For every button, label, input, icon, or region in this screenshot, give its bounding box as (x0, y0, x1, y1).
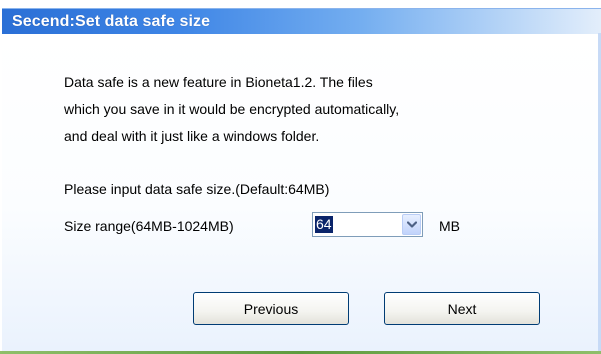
size-unit-label: MB (439, 218, 460, 234)
size-combobox[interactable]: 64 (312, 212, 423, 237)
wizard-window: Secend:Set data safe size Data safe is a… (0, 0, 601, 354)
chevron-down-icon (407, 221, 417, 228)
next-button[interactable]: Next (384, 292, 540, 325)
size-value[interactable]: 64 (315, 216, 333, 233)
description: Data safe is a new feature in Bioneta1.2… (64, 69, 544, 150)
description-line: Data safe is a new feature in Bioneta1.2… (64, 74, 373, 90)
description-line: which you save in it would be encrypted … (64, 101, 400, 117)
description-line: and deal with it just like a windows fol… (64, 128, 320, 144)
size-range-label: Size range(64MB-1024MB) (64, 218, 234, 234)
dropdown-button[interactable] (402, 214, 421, 235)
window-title: Secend:Set data safe size (12, 13, 211, 30)
size-prompt: Please input data safe size.(Default:64M… (64, 181, 330, 197)
previous-button[interactable]: Previous (193, 292, 349, 325)
title-bar: Secend:Set data safe size (2, 8, 601, 34)
